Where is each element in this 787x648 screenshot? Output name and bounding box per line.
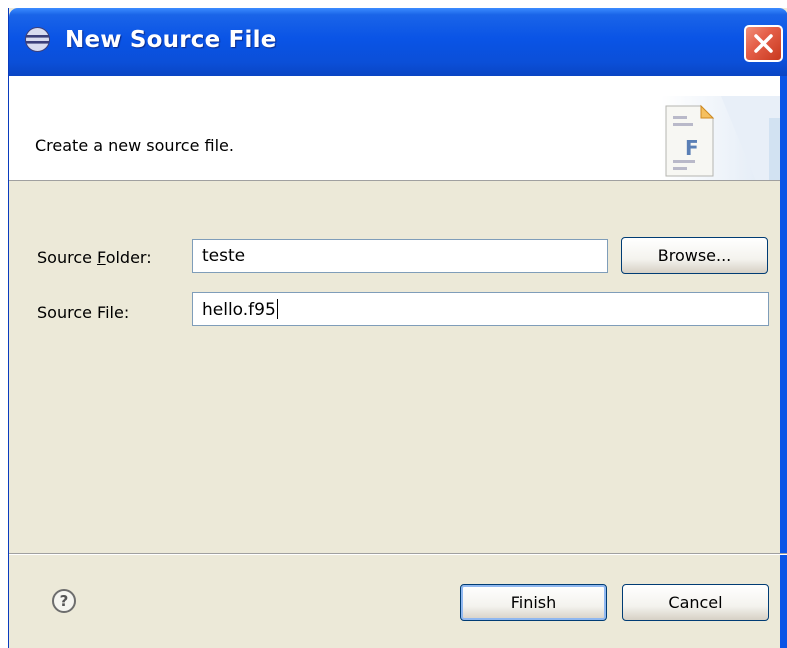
source-folder-label-post: older: <box>105 248 152 267</box>
source-file-value: hello.f95 <box>202 300 276 320</box>
wizard-image-letter: F <box>685 136 699 160</box>
source-folder-mnemonic: F <box>97 248 106 267</box>
source-folder-label: Source Folder: <box>37 248 152 267</box>
finish-button-label: Finish <box>510 593 557 612</box>
wizard-header: Create a new source file. F <box>9 76 787 181</box>
browse-button[interactable]: Browse... <box>621 237 768 274</box>
eclipse-icon <box>25 27 50 52</box>
text-cursor <box>276 299 278 319</box>
footer-separator <box>9 553 787 555</box>
finish-button[interactable]: Finish <box>460 584 607 621</box>
source-file-label: Source File: <box>37 303 130 322</box>
source-file-wizard-icon: F <box>661 96 781 180</box>
title-bar[interactable]: New Source File <box>9 8 787 76</box>
cancel-button-label: Cancel <box>668 593 723 612</box>
browse-button-label: Browse... <box>657 246 732 265</box>
cancel-button[interactable]: Cancel <box>622 584 769 621</box>
new-source-file-dialog: New Source File Create a new source file… <box>8 8 787 648</box>
close-icon <box>754 34 773 53</box>
header-message: Create a new source file. <box>35 136 234 155</box>
source-folder-label-pre: Source <box>37 248 98 267</box>
source-folder-value: teste <box>202 246 246 266</box>
help-icon[interactable]: ? <box>52 589 76 613</box>
source-folder-input[interactable]: teste <box>192 239 608 273</box>
form-area: Source Folder: teste Browse... Source Fi… <box>9 182 787 552</box>
source-file-input[interactable]: hello.f95 <box>192 292 769 326</box>
window-title: New Source File <box>65 27 277 53</box>
close-button[interactable] <box>744 25 783 62</box>
